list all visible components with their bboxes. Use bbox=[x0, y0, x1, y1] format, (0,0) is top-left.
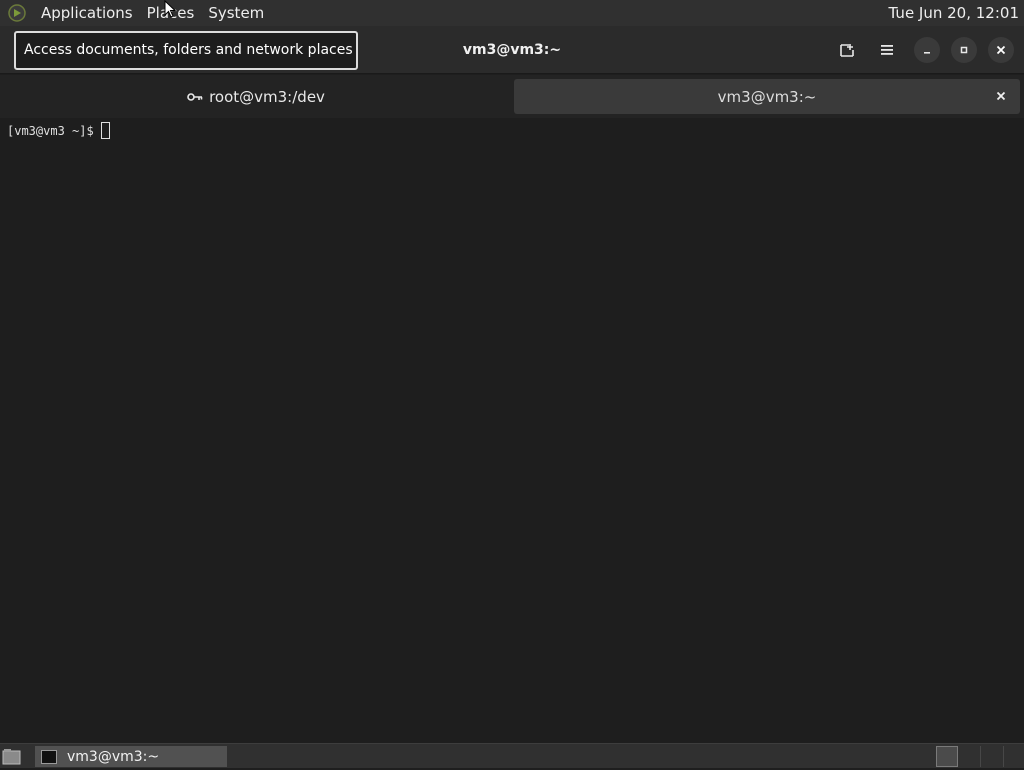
mouse-pointer-icon bbox=[164, 0, 177, 18]
applications-logo-icon[interactable] bbox=[8, 4, 26, 22]
close-icon bbox=[996, 91, 1006, 101]
terminal-icon bbox=[41, 749, 57, 764]
maximize-button[interactable] bbox=[951, 37, 977, 63]
prompt-line: [vm3@vm3 ~]$ bbox=[7, 122, 110, 139]
show-desktop-icon bbox=[2, 749, 21, 765]
menu-system[interactable]: System bbox=[201, 0, 271, 26]
places-tooltip: Access documents, folders and network pl… bbox=[14, 31, 358, 70]
close-icon bbox=[996, 45, 1006, 55]
taskbar-window-label: vm3@vm3:~ bbox=[67, 748, 160, 765]
terminal-area[interactable]: [vm3@vm3 ~]$ bbox=[0, 118, 1024, 743]
new-tab-icon bbox=[840, 44, 854, 57]
clock[interactable]: Tue Jun 20, 12:01 bbox=[889, 0, 1019, 26]
tab-root-dev[interactable]: root@vm3:/dev bbox=[0, 79, 512, 114]
text-cursor bbox=[100, 122, 110, 139]
maximize-icon bbox=[960, 46, 968, 54]
tab-bar: root@vm3:/dev vm3@vm3:~ bbox=[0, 75, 1024, 118]
minimize-button[interactable] bbox=[914, 37, 940, 63]
new-tab-button[interactable] bbox=[834, 37, 860, 63]
bottom-panel: vm3@vm3:~ bbox=[0, 743, 1024, 768]
hamburger-icon bbox=[881, 45, 893, 55]
menu-applications[interactable]: Applications bbox=[34, 0, 140, 26]
close-window-button[interactable] bbox=[988, 37, 1014, 63]
tab-close-button[interactable] bbox=[992, 87, 1010, 105]
tab-label: vm3@vm3:~ bbox=[717, 87, 817, 106]
tab-label: root@vm3:/dev bbox=[209, 87, 325, 106]
tab-vm3-home[interactable]: vm3@vm3:~ bbox=[514, 79, 1020, 114]
minimize-icon bbox=[924, 52, 930, 54]
menu-button[interactable] bbox=[874, 37, 900, 63]
prompt-text: [vm3@vm3 ~]$ bbox=[7, 123, 94, 138]
workspace-1[interactable] bbox=[936, 746, 958, 767]
taskbar-window-button[interactable]: vm3@vm3:~ bbox=[35, 746, 227, 767]
workspace-3[interactable] bbox=[1003, 746, 1024, 767]
key-icon bbox=[187, 92, 203, 102]
workspace-2[interactable] bbox=[980, 746, 1002, 767]
show-desktop-button[interactable] bbox=[2, 748, 22, 766]
top-panel: Applications Places System Tue Jun 20, 1… bbox=[0, 0, 1024, 26]
